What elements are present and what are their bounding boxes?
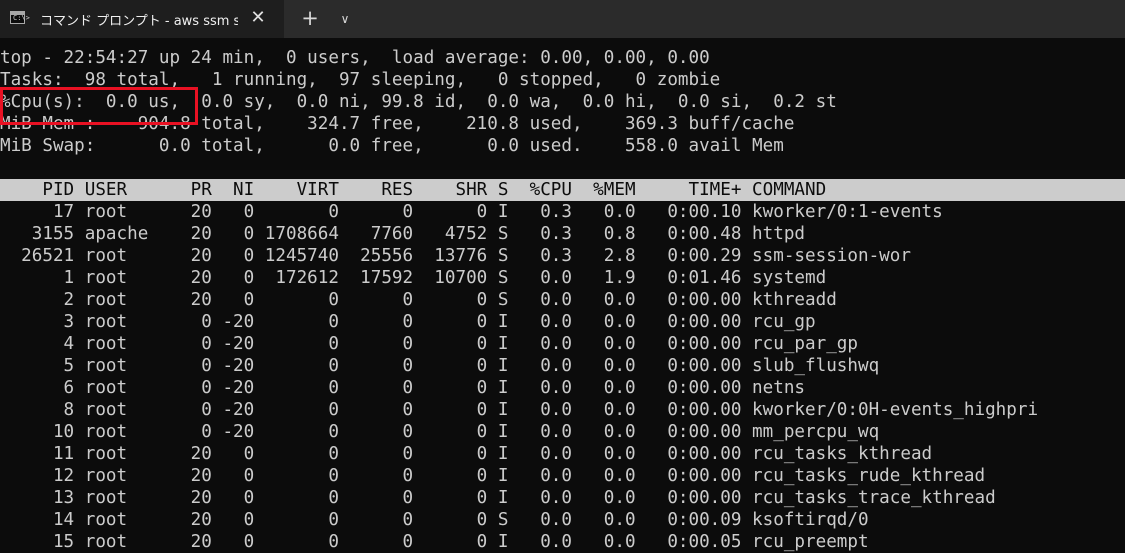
process-row: 5 root 0 -20 0 0 0 I 0.0 0.0 0:00.00 slu… [0,356,880,376]
process-row: 13 root 20 0 0 0 0 I 0.0 0.0 0:00.00 rcu… [0,488,996,508]
terminal-output[interactable]: top - 22:54:27 up 24 min, 0 users, load … [0,47,1125,553]
terminal-tab[interactable]: C:\> コマンド プロンプト - aws ssm star ✕ [0,0,284,38]
process-row: 1 root 20 0 172612 17592 10700 S 0.0 1.9… [0,268,827,288]
process-row: 15 root 20 0 0 0 0 I 0.0 0.0 0:00.05 rcu… [0,532,869,552]
process-row: 11 root 20 0 0 0 0 I 0.0 0.0 0:00.00 rcu… [0,444,933,464]
title-bar: C:\> コマンド プロンプト - aws ssm star ✕ + ∨ [0,0,1125,38]
close-tab-icon[interactable]: ✕ [246,6,270,30]
process-row: 3 root 0 -20 0 0 0 I 0.0 0.0 0:00.00 rcu… [0,312,816,332]
swap-line: MiB Swap: 0.0 total, 0.0 free, 0.0 used.… [0,136,784,156]
process-table: 17 root 20 0 0 0 0 I 0.3 0.0 0:00.10 kwo… [0,201,1125,553]
tasks-line: Tasks: 98 total, 1 running, 97 sleeping,… [0,70,721,90]
cpu-line: %Cpu(s): 0.0 us, 0.0 sy, 0.0 ni, 99.8 id… [0,92,837,112]
command-prompt-icon: C:\> [10,11,30,24]
process-row: 2 root 20 0 0 0 0 S 0.0 0.0 0:00.00 kthr… [0,290,837,310]
process-row: 12 root 20 0 0 0 0 I 0.0 0.0 0:00.00 rcu… [0,466,986,486]
process-row: 4 root 0 -20 0 0 0 I 0.0 0.0 0:00.00 rcu… [0,334,858,354]
process-row: 3155 apache 20 0 1708664 7760 4752 S 0.3… [0,224,806,244]
process-row: 14 root 20 0 0 0 0 S 0.0 0.0 0:00.09 kso… [0,510,869,530]
chevron-down-icon[interactable]: ∨ [333,7,357,31]
process-table-header: PID USER PR NI VIRT RES SHR S %CPU %MEM … [0,179,1125,201]
tab-title: コマンド プロンプト - aws ssm star [40,14,238,29]
process-row: 26521 root 20 0 1245740 25556 13776 S 0.… [0,246,911,266]
uptime-line: top - 22:54:27 up 24 min, 0 users, load … [0,48,710,68]
process-row: 6 root 0 -20 0 0 0 I 0.0 0.0 0:00.00 net… [0,378,806,398]
process-row: 10 root 0 -20 0 0 0 I 0.0 0.0 0:00.00 mm… [0,422,880,442]
process-row: 17 root 20 0 0 0 0 I 0.3 0.0 0:00.10 kwo… [0,202,943,222]
mem-line: MiB Mem : 904.8 total, 324.7 free, 210.8… [0,114,795,134]
new-tab-button[interactable]: + [297,6,323,32]
process-row: 8 root 0 -20 0 0 0 I 0.0 0.0 0:00.00 kwo… [0,400,1039,420]
